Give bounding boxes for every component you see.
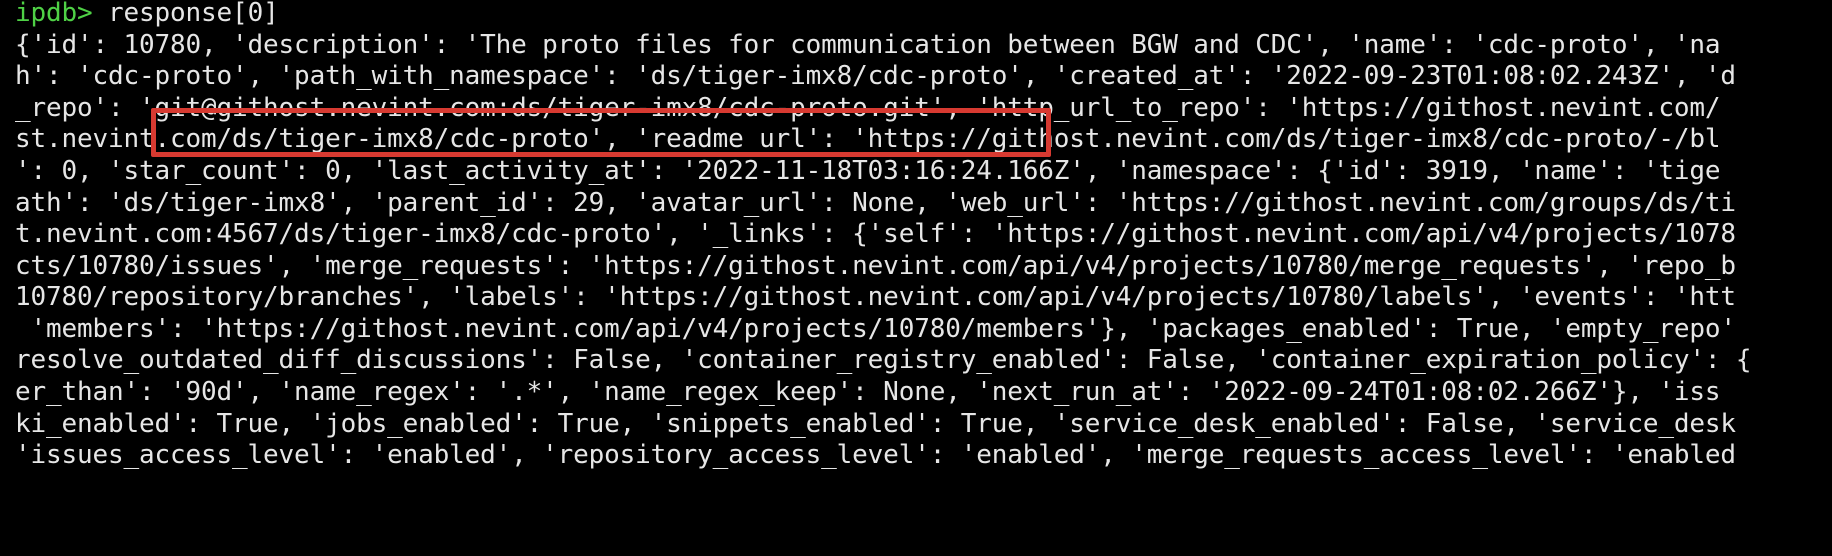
- output-line: resolve_outdated_diff_discussions': Fals…: [15, 345, 1752, 375]
- output-line: t.nevint.com:4567/ds/tiger-imx8/cdc-prot…: [15, 219, 1736, 249]
- output-line: ': 0, 'star_count': 0, 'last_activity_at…: [15, 156, 1721, 186]
- command-text: response[0]: [92, 0, 279, 28]
- output-line: h': 'cdc-proto', 'path_with_namespace': …: [15, 61, 1736, 91]
- output-line: 10780/repository/branches', 'labels': 'h…: [15, 282, 1736, 312]
- ssh-url-highlight-box: [151, 108, 1051, 157]
- terminal-window[interactable]: ipdb> response[0] {'id': 10780, 'descrip…: [0, 0, 1832, 556]
- ipdb-prompt: ipdb>: [15, 0, 93, 28]
- output-line: er_than': '90d', 'name_regex': '.*', 'na…: [15, 377, 1721, 407]
- output-line: 'issues_access_level': 'enabled', 'repos…: [15, 440, 1736, 470]
